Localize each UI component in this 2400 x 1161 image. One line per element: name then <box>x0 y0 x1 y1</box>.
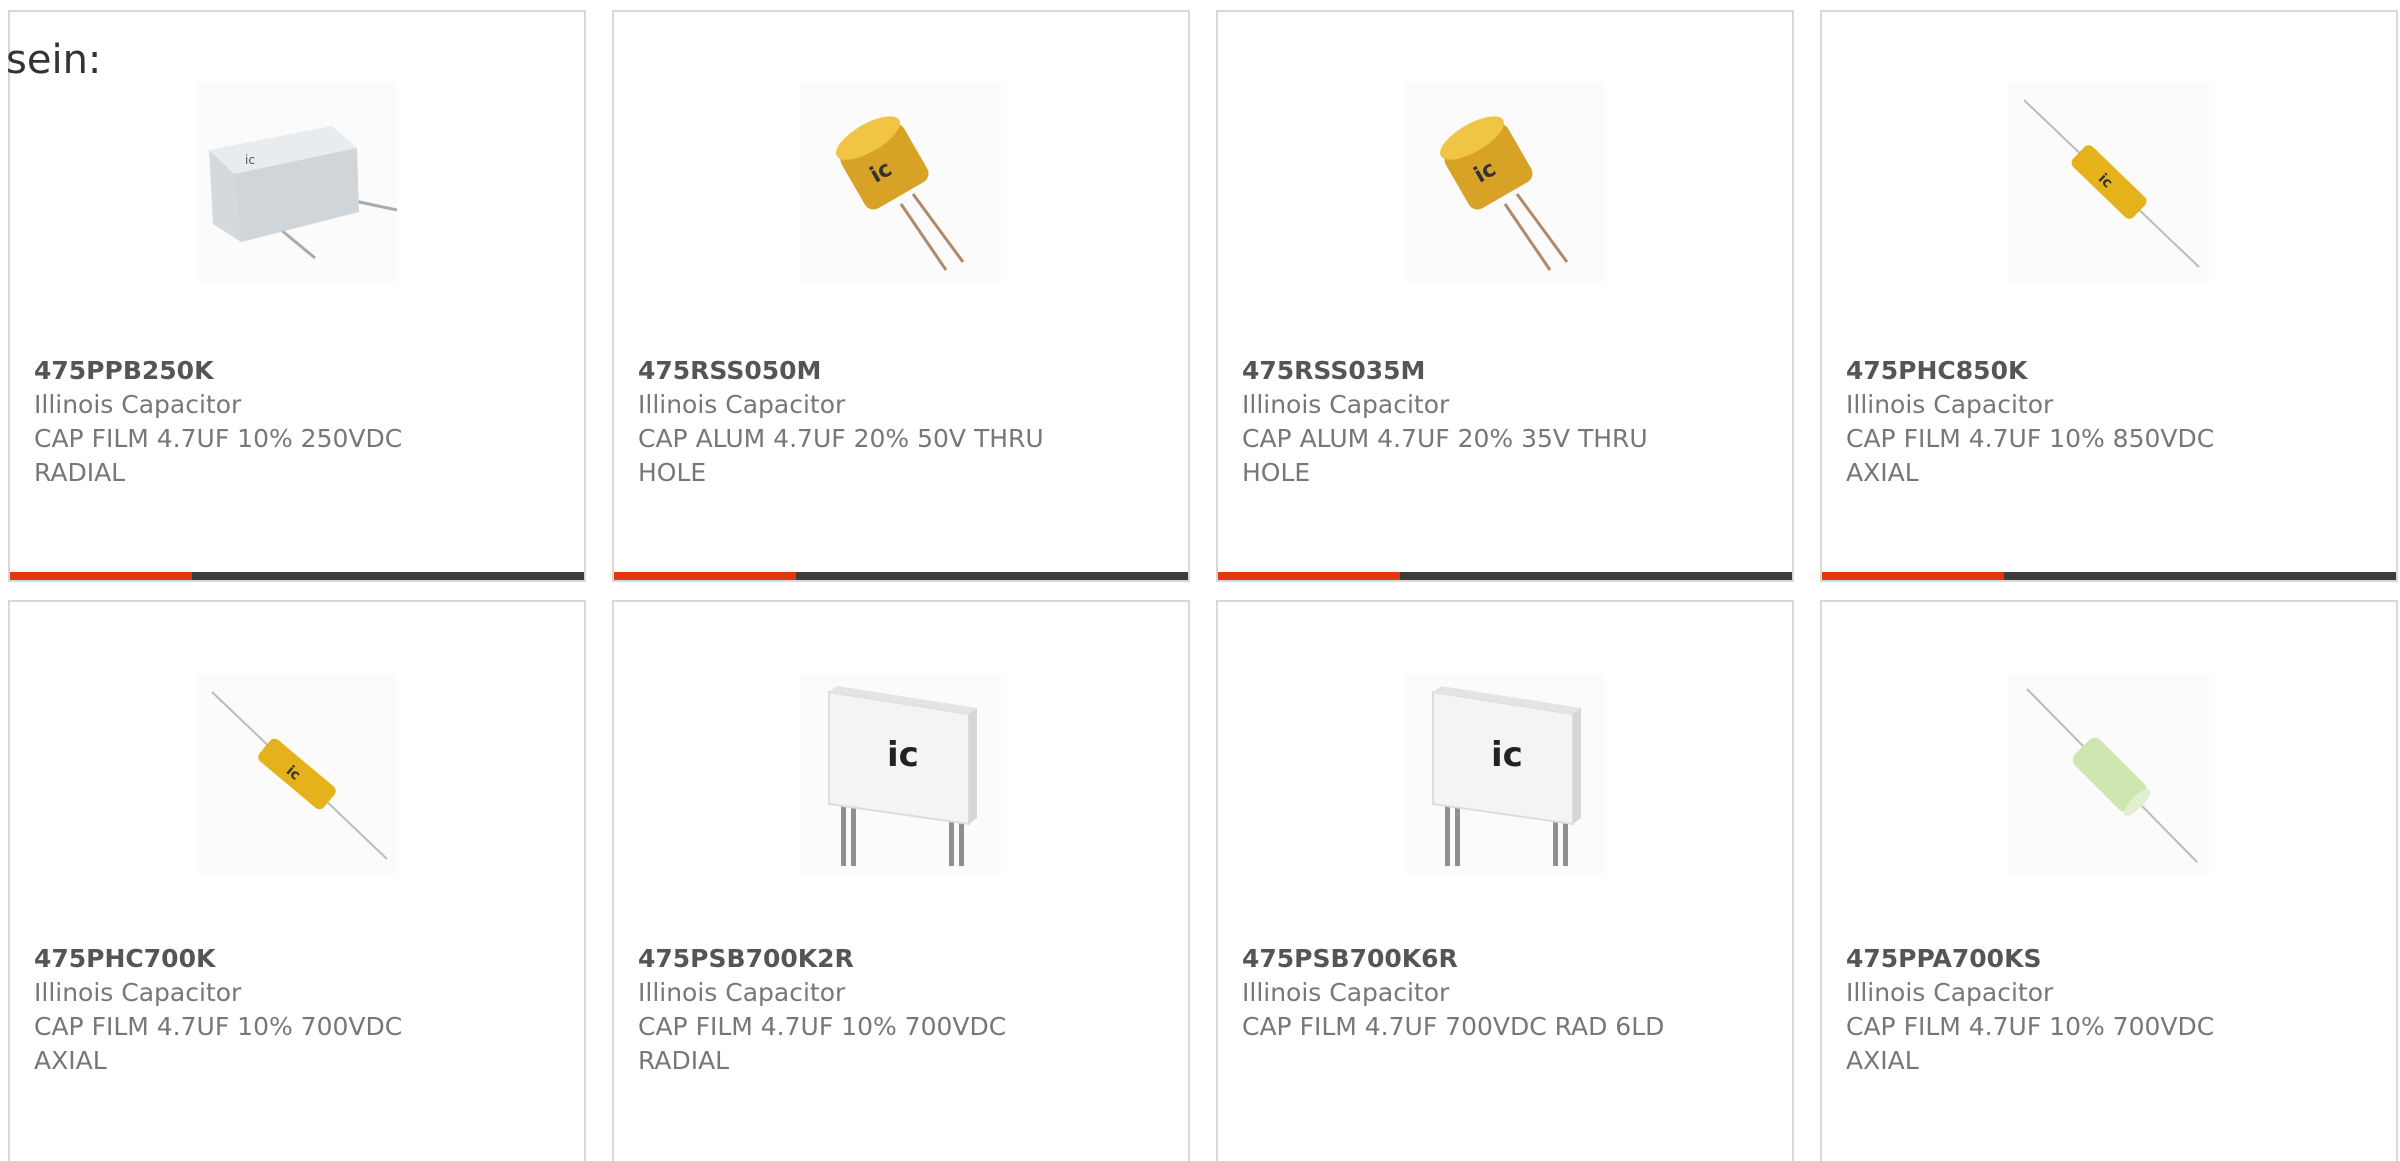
axial-yellow-capacitor-icon: ic <box>2023 99 2200 268</box>
axial-yellow-capacitor-icon: ic <box>211 691 388 860</box>
product-card[interactable]: ic 475PSB700K6R Illinois Capacitor CAP F… <box>1216 600 1794 1161</box>
card-accent <box>614 572 796 580</box>
part-number[interactable]: 475PPA700KS <box>1846 942 2372 976</box>
description: CAP FILM 4.7UF 10% 700VDC RADIAL <box>638 1012 1007 1075</box>
product-info: 475PSB700K6R Illinois Capacitor CAP FILM… <box>1242 942 1768 1044</box>
part-number[interactable]: 475PSB700K2R <box>638 942 1164 976</box>
product-image[interactable]: ic <box>1405 82 1605 282</box>
axial-green-capacitor-icon <box>2026 688 2198 863</box>
svg-text:ic: ic <box>887 735 919 775</box>
product-info: 475RSS035M Illinois Capacitor CAP ALUM 4… <box>1242 354 1768 490</box>
card-bar <box>614 572 1188 580</box>
product-card[interactable]: 475PPA700KS Illinois Capacitor CAP FILM … <box>1820 600 2398 1161</box>
description: CAP ALUM 4.7UF 20% 35V THRU HOLE <box>1242 424 1648 487</box>
description: CAP FILM 4.7UF 10% 700VDC AXIAL <box>34 1012 403 1075</box>
manufacturer: Illinois Capacitor <box>1242 978 1450 1007</box>
card-bar <box>1218 572 1792 580</box>
product-image[interactable]: ic <box>197 674 397 874</box>
white-box-radial-capacitor-icon: ic <box>1432 686 1581 866</box>
product-info: 475PHC850K Illinois Capacitor CAP FILM 4… <box>1846 354 2372 490</box>
manufacturer: Illinois Capacitor <box>1242 390 1450 419</box>
manufacturer: Illinois Capacitor <box>1846 390 2054 419</box>
product-image[interactable]: ic <box>801 82 1001 282</box>
product-card[interactable]: ic 475PSB700K2R Illinois Capacitor CAP F… <box>612 600 1190 1161</box>
product-info: 475RSS050M Illinois Capacitor CAP ALUM 4… <box>638 354 1164 490</box>
product-card[interactable]: ic 475RSS035M Illinois Capacitor CAP ALU… <box>1216 10 1794 582</box>
manufacturer: Illinois Capacitor <box>34 978 242 1007</box>
card-bar <box>1822 572 2396 580</box>
svg-text:ic: ic <box>245 153 255 167</box>
card-bar <box>10 572 584 580</box>
product-info: 475PPA700KS Illinois Capacitor CAP FILM … <box>1846 942 2372 1078</box>
product-image[interactable]: ic <box>2009 82 2209 282</box>
manufacturer: Illinois Capacitor <box>638 390 846 419</box>
product-card[interactable]: ic 475PPB250K Illinois Capacitor CAP FIL… <box>8 10 586 582</box>
product-card[interactable]: ic 475PHC700K Illinois Capacitor CAP FIL… <box>8 600 586 1161</box>
intro-text: sein: <box>6 37 102 83</box>
product-card[interactable]: ic 475RSS050M Illinois Capacitor CAP ALU… <box>612 10 1190 582</box>
card-accent <box>10 572 192 580</box>
part-number[interactable]: 475PHC700K <box>34 942 560 976</box>
part-number[interactable]: 475RSS050M <box>638 354 1164 388</box>
description: CAP FILM 4.7UF 10% 850VDC AXIAL <box>1846 424 2215 487</box>
card-accent <box>1218 572 1400 580</box>
product-grid-page: sein: ic 475PPB250K Illinois Capacitor C… <box>0 0 2400 1161</box>
manufacturer: Illinois Capacitor <box>34 390 242 419</box>
product-image[interactable] <box>2009 674 2209 874</box>
product-image[interactable]: ic <box>197 82 397 282</box>
part-number[interactable]: 475PHC850K <box>1846 354 2372 388</box>
description: CAP FILM 4.7UF 10% 700VDC AXIAL <box>1846 1012 2215 1075</box>
aluminum-electrolytic-capacitor-icon: ic <box>1440 116 1569 271</box>
product-card[interactable]: ic 475PHC850K Illinois Capacitor CAP FIL… <box>1820 10 2398 582</box>
white-box-radial-capacitor-icon: ic <box>828 686 977 866</box>
manufacturer: Illinois Capacitor <box>1846 978 2054 1007</box>
manufacturer: Illinois Capacitor <box>638 978 846 1007</box>
product-info: 475PSB700K2R Illinois Capacitor CAP FILM… <box>638 942 1164 1078</box>
description: CAP FILM 4.7UF 10% 250VDC RADIAL <box>34 424 403 487</box>
product-image[interactable]: ic <box>1405 674 1605 874</box>
description: CAP ALUM 4.7UF 20% 50V THRU HOLE <box>638 424 1044 487</box>
film-box-radial-capacitor-icon: ic <box>209 126 397 260</box>
part-number[interactable]: 475RSS035M <box>1242 354 1768 388</box>
part-number[interactable]: 475PSB700K6R <box>1242 942 1768 976</box>
part-number[interactable]: 475PPB250K <box>34 354 560 388</box>
product-info: 475PPB250K Illinois Capacitor CAP FILM 4… <box>34 354 560 490</box>
svg-text:ic: ic <box>1491 735 1523 775</box>
description: CAP FILM 4.7UF 700VDC RAD 6LD <box>1242 1012 1665 1041</box>
aluminum-electrolytic-capacitor-icon: ic <box>836 116 965 271</box>
card-accent <box>1822 572 2004 580</box>
product-info: 475PHC700K Illinois Capacitor CAP FILM 4… <box>34 942 560 1078</box>
product-image[interactable]: ic <box>801 674 1001 874</box>
